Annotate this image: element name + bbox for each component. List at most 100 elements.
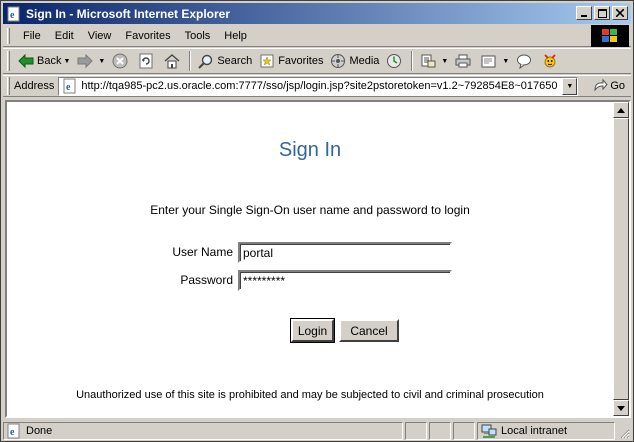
mail-button[interactable]: ▼: [416, 50, 451, 72]
search-button[interactable]: Search: [194, 50, 255, 72]
menu-bar: File Edit View Favorites Tools Help: [3, 25, 631, 47]
menu-file[interactable]: File: [16, 28, 48, 44]
back-dropdown-icon[interactable]: ▼: [63, 58, 70, 65]
login-button[interactable]: Login: [290, 318, 335, 343]
back-button[interactable]: Back ▼: [14, 50, 73, 72]
menu-tools[interactable]: Tools: [178, 28, 218, 44]
username-row: User Name: [7, 242, 613, 264]
toolbar-grip: [7, 51, 10, 71]
page-content: Sign In Enter your Single Sign-On user n…: [5, 100, 631, 418]
home-icon: [163, 52, 181, 70]
menu-help[interactable]: Help: [217, 28, 254, 44]
close-icon: [616, 9, 624, 17]
mail-icon: [419, 52, 437, 70]
toolbar-separator: [189, 51, 192, 71]
print-button[interactable]: [451, 50, 477, 72]
minimize-icon: [581, 15, 587, 17]
edit-button[interactable]: ▼: [477, 50, 512, 72]
status-text: Done: [26, 424, 53, 437]
forward-dropdown-icon[interactable]: ▼: [98, 58, 105, 65]
arrow-up-icon: [617, 107, 625, 113]
minimize-button[interactable]: [576, 6, 592, 20]
maximize-button[interactable]: [594, 6, 610, 20]
edit-page-icon: [480, 52, 498, 70]
window-title: Sign In - Microsoft Internet Explorer: [26, 6, 231, 21]
favorites-button[interactable]: Favorites: [255, 50, 326, 72]
stop-button[interactable]: [108, 50, 134, 72]
messenger-button[interactable]: [538, 50, 564, 72]
windows-logo-icon: [591, 25, 629, 47]
edit-dropdown-icon[interactable]: ▼: [502, 58, 509, 65]
scroll-up-button[interactable]: [613, 102, 629, 118]
status-bar: e Done Local intranet: [3, 421, 631, 440]
browser-window: e Sign In - Microsoft Internet Explorer …: [0, 0, 634, 442]
favorites-label: Favorites: [278, 55, 324, 67]
security-zone-label: Local intranet: [501, 424, 568, 437]
discuss-icon: [515, 52, 533, 70]
mail-dropdown-icon[interactable]: ▼: [441, 58, 448, 65]
address-label: Address: [14, 80, 55, 92]
vertical-scrollbar[interactable]: [613, 102, 629, 416]
menu-grip: [7, 27, 10, 44]
scroll-thumb[interactable]: [613, 118, 629, 400]
svg-text:e: e: [66, 82, 71, 93]
password-input[interactable]: [238, 270, 452, 291]
menu-edit[interactable]: Edit: [48, 28, 81, 44]
media-icon: [329, 52, 347, 70]
close-button[interactable]: [612, 6, 628, 20]
scroll-down-button[interactable]: [613, 400, 629, 416]
standard-toolbar: Back ▼ ▼ Search Favorites Media ▼ ▼: [3, 48, 631, 74]
history-button[interactable]: [382, 50, 408, 72]
back-label: Back: [37, 55, 62, 67]
search-label: Search: [217, 55, 253, 67]
title-bar[interactable]: e Sign In - Microsoft Internet Explorer: [3, 3, 631, 24]
cancel-button[interactable]: Cancel: [339, 319, 399, 342]
media-button[interactable]: Media: [326, 50, 382, 72]
password-row: Password: [7, 270, 613, 292]
search-icon: [197, 52, 215, 70]
local-intranet-icon: [481, 423, 497, 439]
refresh-button[interactable]: [134, 50, 160, 72]
refresh-icon: [137, 52, 155, 70]
address-bar: Address e http://tqa985-pc2.us.oracle.co…: [3, 75, 631, 97]
menu-favorites[interactable]: Favorites: [118, 28, 177, 44]
address-dropdown-icon[interactable]: ▼: [562, 77, 578, 95]
security-zone-cell[interactable]: Local intranet: [477, 421, 615, 440]
username-input[interactable]: [238, 242, 452, 263]
svg-text:e: e: [10, 427, 15, 438]
ie-page-icon: e: [6, 6, 22, 22]
arrow-down-icon: [617, 405, 625, 411]
history-icon: [385, 52, 403, 70]
form-buttons: Login Cancel: [290, 318, 404, 343]
password-label: Password: [180, 273, 233, 287]
address-input[interactable]: e http://tqa985-pc2.us.oracle.com:7777/s…: [58, 76, 579, 96]
status-cell-empty: [453, 421, 475, 440]
login-page: Sign In Enter your Single Sign-On user n…: [7, 102, 613, 416]
discuss-button[interactable]: [512, 50, 538, 72]
media-label: Media: [349, 55, 380, 67]
resize-grip-icon[interactable]: [618, 427, 630, 439]
forward-button[interactable]: ▼: [73, 50, 108, 72]
status-cell-empty: [405, 421, 427, 440]
go-arrow-icon: [592, 78, 609, 94]
window-controls: [574, 6, 628, 20]
status-cell-empty: [429, 421, 451, 440]
menu-view[interactable]: View: [81, 28, 119, 44]
address-url: http://tqa985-pc2.us.oracle.com:7777/sso…: [81, 80, 558, 92]
svg-text:e: e: [10, 10, 15, 21]
toolbar-separator: [411, 51, 414, 71]
back-arrow-icon: [17, 52, 35, 70]
print-icon: [454, 52, 472, 70]
ie-page-icon: e: [62, 78, 78, 94]
home-button[interactable]: [160, 50, 186, 72]
maximize-icon: [597, 8, 607, 18]
page-done-icon: e: [6, 423, 22, 439]
stop-icon: [111, 52, 129, 70]
status-text-cell: e Done: [3, 421, 403, 440]
messenger-icon: [541, 52, 559, 70]
address-grip: [7, 77, 10, 95]
legal-disclaimer: Unauthorized use of this site is prohibi…: [76, 389, 544, 401]
go-label: Go: [610, 80, 626, 92]
username-label: User Name: [172, 245, 233, 259]
go-button[interactable]: Go: [592, 78, 625, 94]
